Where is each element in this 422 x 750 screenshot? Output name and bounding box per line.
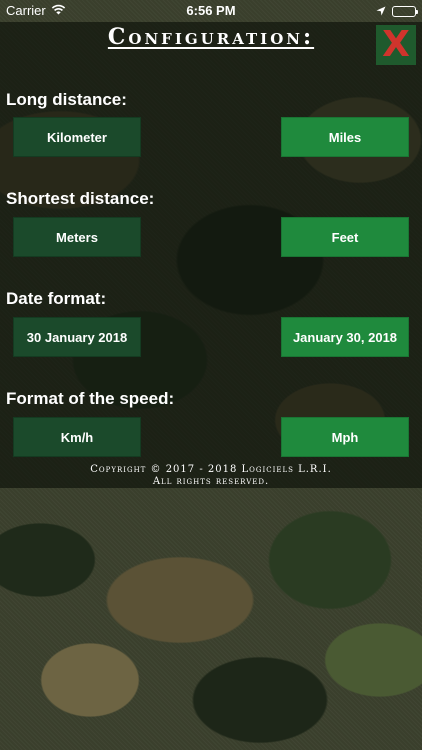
rights-line: All rights reserved. xyxy=(152,476,270,487)
miles-button[interactable]: Miles xyxy=(281,117,409,157)
page-title: Configuration: xyxy=(107,24,315,50)
copyright-notice: Copyright © 2017 - 2018 Logiciels L.R.I.… xyxy=(0,464,422,488)
date-format-day-month-button[interactable]: 30 January 2018 xyxy=(13,317,141,357)
location-arrow-icon xyxy=(376,4,386,19)
kilometer-button[interactable]: Kilometer xyxy=(13,117,141,157)
section-label-shortest-distance: Shortest distance: xyxy=(6,189,155,208)
close-button[interactable]: X xyxy=(376,25,416,65)
date-format-month-day-button[interactable]: January 30, 2018 xyxy=(281,317,409,357)
configuration-panel: Configuration: X Long distance: Kilomete… xyxy=(0,22,422,488)
copyright-line: Copyright © 2017 - 2018 Logiciels L.R.I. xyxy=(90,464,332,475)
section-label-long-distance: Long distance: xyxy=(6,90,127,109)
mph-button[interactable]: Mph xyxy=(281,417,409,457)
meters-button[interactable]: Meters xyxy=(13,217,141,257)
battery-icon xyxy=(392,6,418,17)
status-bar: Carrier 6:56 PM xyxy=(0,0,422,22)
section-label-date-format: Date format: xyxy=(6,289,107,308)
section-label-speed-format: Format of the speed: xyxy=(6,389,175,408)
feet-button[interactable]: Feet xyxy=(281,217,409,257)
kmh-button[interactable]: Km/h xyxy=(13,417,141,457)
status-time: 6:56 PM xyxy=(186,3,236,18)
status-right xyxy=(376,4,418,19)
close-icon: X xyxy=(382,24,410,65)
